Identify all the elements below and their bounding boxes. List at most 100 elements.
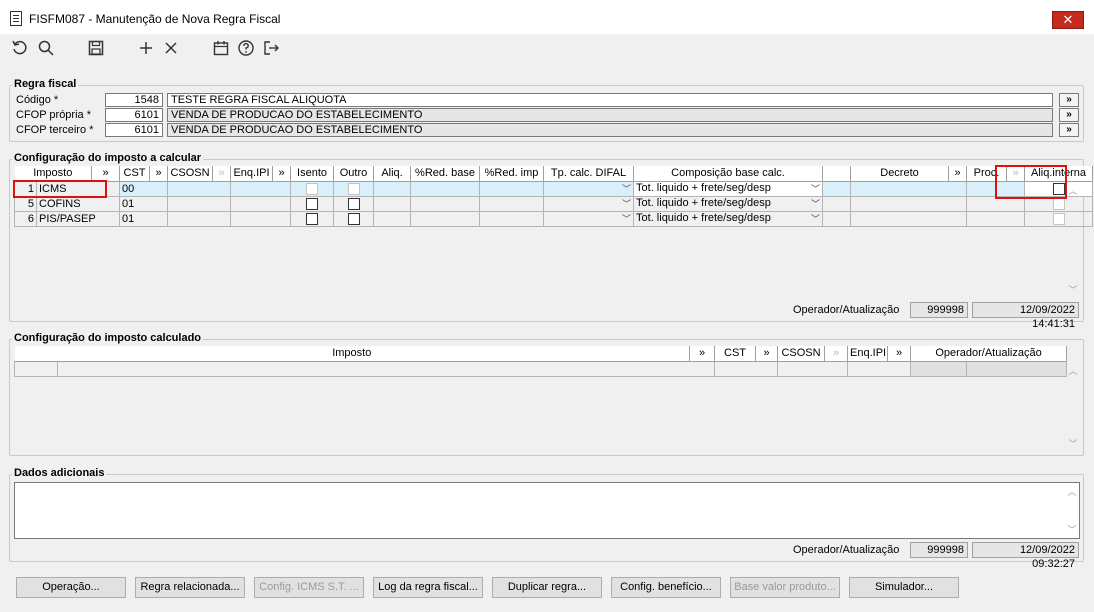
chevron-down-icon[interactable]: ﹀ [811,182,820,195]
scroll-down-icon[interactable]: ﹀ [1066,283,1080,296]
decreto-cell[interactable] [850,180,968,197]
help-icon[interactable] [236,38,256,58]
aliq-cell[interactable] [373,210,412,227]
cst-cell[interactable]: 00 [119,180,169,197]
composicao-select[interactable]: Tot. liquido + frete/seg/desp ﹀ [633,195,824,212]
scroll-up-icon[interactable]: ︿ [1066,364,1080,377]
header-tp-calc-difal[interactable]: Tp. calc. DIFAL [543,166,635,182]
scroll-down-icon[interactable]: ﹀ [1065,523,1079,536]
config-beneficio-button[interactable]: Config. benefício... [611,577,721,598]
red-imp-cell[interactable] [479,210,545,227]
table-row[interactable]: 6 PIS/PASEP 01 ﹀ Tot. liquido + frete/se… [14,210,1094,227]
regra-relacionada-button[interactable]: Regra relacionada... [135,577,245,598]
red-base-cell[interactable] [410,210,481,227]
header-cst[interactable]: CST [714,346,757,362]
header-csosn-more[interactable]: » [824,346,849,362]
scroll-up-icon[interactable]: ︿ [1065,485,1079,498]
composicao-extra-cell[interactable] [822,210,852,227]
composicao-select[interactable]: Tot. liquido + frete/seg/desp ﹀ [633,210,824,227]
table-row[interactable] [14,360,1068,377]
header-aliq[interactable]: Aliq. [373,166,412,182]
cfop-terceiro-field[interactable]: 6101 [105,123,163,137]
outro-cell[interactable] [333,195,375,212]
save-icon[interactable] [86,38,106,58]
isento-checkbox[interactable] [306,197,319,210]
imposto-cell[interactable]: PIS/PASEP [35,210,121,227]
chevron-down-icon[interactable]: ﹀ [622,197,631,210]
outro-cell[interactable] [333,180,375,197]
table-row[interactable]: 5 COFINS 01 ﹀ Tot. liquido + frete/seg/d… [14,195,1094,212]
table-row[interactable]: 1 ICMS 00 ﹀ Tot. liquido + frete/seg/des… [14,180,1094,197]
header-isento[interactable]: Isento [290,166,335,182]
codigo-search-button[interactable]: » [1059,93,1079,107]
header-enq-ipi[interactable]: Enq.IPI [847,346,889,362]
aliq-cell[interactable] [373,180,412,197]
header-imposto[interactable]: Imposto [14,346,691,362]
header-csosn-more[interactable]: » [212,166,232,182]
config-calculado-scrollbar[interactable]: ︿ ﹀ [1066,362,1080,452]
aliq-interna-cell[interactable] [1024,210,1094,227]
isento-checkbox[interactable] [306,212,319,225]
header-csosn[interactable]: CSOSN [167,166,214,182]
codigo-description-field[interactable]: TESTE REGRA FISCAL ALIQUOTA [167,93,1053,107]
csosn-cell[interactable] [167,180,232,197]
dados-adicionais-textarea[interactable]: ︿ ﹀ [14,482,1080,539]
isento-cell[interactable] [290,195,335,212]
outro-cell[interactable] [333,210,375,227]
close-button[interactable]: ✕ [1052,11,1084,29]
header-cst-more[interactable]: » [149,166,169,182]
proc-cell[interactable] [966,210,1026,227]
header-imposto[interactable]: Imposto [14,166,93,182]
tp-calc-difal-select[interactable]: ﹀ [543,195,635,212]
enq-ipi-cell[interactable] [230,195,292,212]
tp-calc-difal-select[interactable]: ﹀ [543,180,635,197]
decreto-cell[interactable] [850,195,968,212]
add-icon[interactable] [136,38,156,58]
outro-checkbox[interactable] [347,197,360,210]
composicao-extra-cell[interactable] [822,195,852,212]
cfop-terceiro-search-button[interactable]: » [1059,123,1079,137]
composicao-select[interactable]: Tot. liquido + frete/seg/desp ﹀ [633,180,824,197]
codigo-field[interactable]: 1548 [105,93,163,107]
red-base-cell[interactable] [410,195,481,212]
isento-cell[interactable] [290,210,335,227]
header-csosn[interactable]: CSOSN [777,346,826,362]
csosn-cell[interactable] [167,210,232,227]
red-imp-cell[interactable] [479,195,545,212]
enq-ipi-cell[interactable] [230,210,292,227]
header-red-imp[interactable]: %Red. imp [479,166,545,182]
chevron-down-icon[interactable]: ﹀ [622,212,631,225]
undo-icon[interactable] [10,38,30,58]
calendar-icon[interactable] [211,38,231,58]
header-enq-ipi-more[interactable]: » [887,346,912,362]
cst-cell[interactable] [714,360,779,377]
header-cst-more[interactable]: » [755,346,779,362]
csosn-cell[interactable] [167,195,232,212]
header-imposto-more[interactable]: » [91,166,121,182]
header-decreto[interactable]: Decreto [850,166,950,182]
config-calcular-scrollbar[interactable]: ︿ ﹀ [1066,182,1080,298]
header-operador[interactable]: Operador/Atualização [910,346,1068,362]
header-decreto-more[interactable]: » [948,166,968,182]
delete-icon[interactable] [161,38,181,58]
exit-icon[interactable] [261,38,281,58]
cst-cell[interactable]: 01 [119,195,169,212]
scroll-up-icon[interactable]: ︿ [1066,184,1080,197]
simulador-button[interactable]: Simulador... [849,577,959,598]
red-base-cell[interactable] [410,180,481,197]
outro-checkbox[interactable] [347,212,360,225]
chevron-down-icon[interactable]: ﹀ [622,182,631,195]
tp-calc-difal-select[interactable]: ﹀ [543,210,635,227]
composicao-extra-cell[interactable] [822,180,852,197]
search-icon[interactable] [36,38,56,58]
enq-ipi-cell[interactable] [847,360,912,377]
dados-adicionais-scrollbar[interactable]: ︿ ﹀ [1065,483,1079,538]
chevron-down-icon[interactable]: ﹀ [811,212,820,225]
outro-checkbox[interactable] [347,182,360,195]
duplicar-regra-button[interactable]: Duplicar regra... [492,577,602,598]
header-composicao[interactable]: Composição base calc. [633,166,824,182]
header-imposto-more[interactable]: » [689,346,716,362]
chevron-down-icon[interactable]: ﹀ [811,197,820,210]
aliq-cell[interactable] [373,195,412,212]
header-enq-ipi-more[interactable]: » [272,166,292,182]
